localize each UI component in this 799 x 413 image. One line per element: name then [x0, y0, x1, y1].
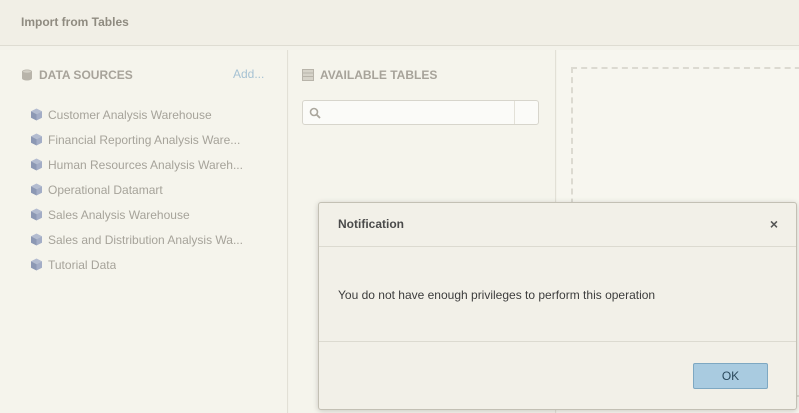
close-icon[interactable]: ×	[770, 216, 778, 232]
search-icon	[309, 107, 321, 119]
table-search-box	[302, 100, 539, 125]
dialog-header: Notification ×	[319, 203, 796, 247]
table-search-input[interactable]	[325, 103, 510, 122]
cube-icon	[31, 158, 42, 171]
data-source-label: Sales Analysis Warehouse	[48, 207, 190, 222]
data-source-label: Human Resources Analysis Wareh...	[48, 157, 243, 172]
data-source-label: Customer Analysis Warehouse	[48, 107, 212, 122]
search-separator	[514, 101, 515, 124]
data-source-item[interactable]: Operational Datamart	[30, 177, 260, 202]
data-source-item[interactable]: Financial Reporting Analysis Ware...	[30, 127, 260, 152]
table-icon	[302, 69, 314, 81]
data-sources-title: DATA SOURCES	[39, 68, 133, 82]
cube-icon	[31, 108, 42, 121]
available-tables-title: AVAILABLE TABLES	[320, 68, 438, 82]
add-data-source-link[interactable]: Add...	[233, 67, 264, 81]
data-source-label: Operational Datamart	[48, 182, 163, 197]
data-source-item[interactable]: Customer Analysis Warehouse	[30, 102, 260, 127]
data-sources-list: Customer Analysis Warehouse Financial Rep…	[30, 102, 260, 277]
data-sources-header: DATA SOURCES	[21, 68, 133, 82]
window-title: Import from Tables	[21, 15, 129, 29]
dialog-body: You do not have enough privileges to per…	[319, 248, 796, 342]
available-tables-header: AVAILABLE TABLES	[302, 68, 437, 82]
ok-button[interactable]: OK	[693, 363, 768, 389]
cube-icon	[31, 183, 42, 196]
dialog-message: You do not have enough privileges to per…	[338, 288, 656, 302]
title-bar: Import from Tables	[0, 0, 799, 46]
data-source-label: Financial Reporting Analysis Ware...	[48, 132, 241, 147]
data-source-label: Tutorial Data	[48, 257, 117, 272]
data-source-label: Sales and Distribution Analysis Wa...	[48, 232, 243, 247]
dialog-title: Notification	[338, 217, 404, 231]
data-source-item[interactable]: Sales and Distribution Analysis Wa...	[30, 227, 260, 252]
data-source-item[interactable]: Human Resources Analysis Wareh...	[30, 152, 260, 177]
cube-icon	[31, 233, 42, 246]
database-icon	[22, 69, 32, 81]
data-sources-panel: DATA SOURCES Add... Customer Analysis Wa…	[0, 50, 288, 413]
data-source-item[interactable]: Tutorial Data	[30, 252, 260, 277]
cube-icon	[31, 133, 42, 146]
cube-icon	[31, 258, 42, 271]
data-source-item[interactable]: Sales Analysis Warehouse	[30, 202, 260, 227]
cube-icon	[31, 208, 42, 221]
notification-dialog: Notification × You do not have enough pr…	[318, 202, 797, 410]
